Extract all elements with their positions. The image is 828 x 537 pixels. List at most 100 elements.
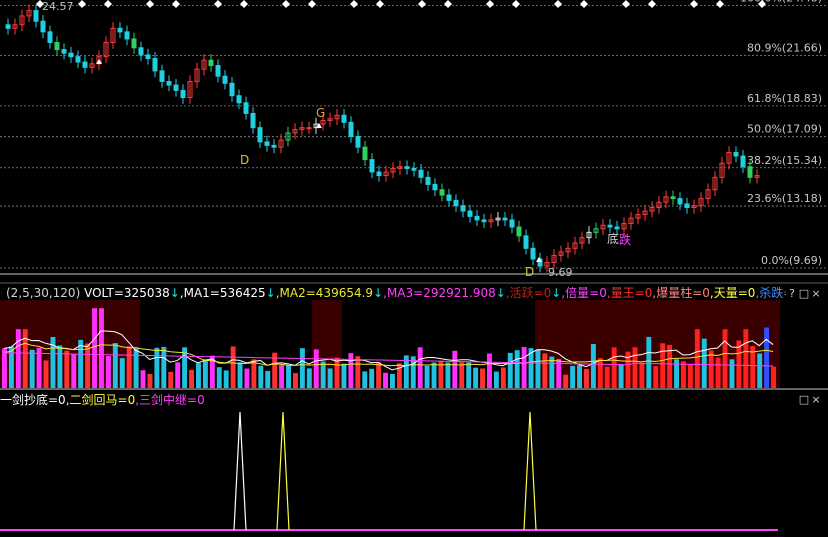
high-price-label: 24.57 [42, 0, 74, 13]
volume-header-item: ,MA1=536425 [179, 286, 266, 300]
volume-bar [71, 354, 77, 388]
low-price-label: 9.69 [548, 266, 573, 279]
volume-bar [362, 371, 368, 388]
volume-bar [487, 353, 492, 388]
volume-bar [570, 365, 576, 388]
candle-body [677, 198, 683, 205]
candle-body [243, 102, 249, 114]
volume-bar [341, 363, 347, 388]
volume-bar [681, 361, 686, 388]
volume-bar [154, 347, 160, 388]
panel-control-button[interactable]: ? [786, 287, 798, 301]
candle-body [145, 54, 151, 59]
panel-control-button[interactable]: □ [798, 393, 810, 407]
volume-header-item: (2,5,30,120) [6, 286, 81, 300]
volume-bar [334, 357, 340, 388]
volume-bar [320, 361, 326, 388]
candle-body [222, 75, 228, 84]
volume-bar [549, 356, 555, 388]
candle-body [530, 247, 536, 260]
volume-bar [119, 358, 125, 388]
volume-header-item: ,爆量柱=0 [652, 286, 710, 300]
volume-bar [514, 350, 520, 388]
volume-bar [57, 345, 63, 388]
top-marker-icon [308, 0, 316, 8]
volume-bar [140, 370, 146, 388]
candle-body [453, 199, 459, 207]
volume-bar [694, 329, 700, 388]
top-marker-icon [350, 0, 358, 8]
volume-bar [237, 362, 243, 388]
panel-control-button[interactable]: □ [798, 287, 810, 301]
volume-bar [230, 346, 236, 388]
fib-level-label: 100.0%(24.48) [740, 0, 822, 5]
volume-bar [355, 356, 361, 388]
signal-spike [233, 411, 247, 531]
signal-panel-controls[interactable]: □ × [798, 393, 822, 407]
fib-level-label: 23.6%(13.18) [747, 192, 822, 205]
volume-bar [383, 372, 388, 388]
top-marker-icon [512, 0, 520, 8]
chart-canvas: 100.0%(24.48) 80.9%(21.66) 61.8%(18.83) 50.… [0, 0, 828, 531]
volume-bar [604, 366, 610, 388]
volume-bar [64, 350, 70, 388]
candle-body [68, 52, 74, 58]
candle-body [418, 169, 424, 178]
volume-panel-controls[interactable]: ? □ × [786, 287, 822, 301]
volume-bar [500, 367, 506, 388]
volume-bar [286, 365, 291, 388]
volume-bar [390, 373, 395, 388]
candle-body [152, 57, 158, 72]
candle-body [369, 159, 375, 173]
candle-body [404, 166, 410, 169]
candle-body [614, 226, 620, 230]
volume-bar [43, 360, 49, 388]
volume-header-item: VOLT=325038 [80, 286, 170, 300]
candle-body [5, 24, 11, 29]
candle-body [439, 189, 445, 196]
candle-body [733, 152, 739, 157]
volume-bar [701, 338, 707, 388]
candle-body [481, 219, 487, 223]
chart-marker-label: D [240, 153, 249, 167]
volume-highlight-zone [0, 300, 140, 388]
candle-body [236, 95, 242, 104]
volume-bar [196, 363, 201, 388]
top-marker-icon [214, 0, 222, 8]
volume-header-item: ,杀跌=0 [755, 286, 786, 300]
fib-level-label: 80.9%(21.66) [747, 42, 822, 55]
candle-body [509, 219, 515, 228]
volume-bar [611, 347, 617, 388]
candle-body [131, 38, 137, 49]
volume-bar [161, 346, 167, 388]
panel-control-button[interactable]: × [810, 287, 822, 301]
top-marker-icon [104, 0, 112, 8]
top-marker-icon [690, 0, 698, 8]
candle-body [54, 42, 60, 51]
volume-bar [202, 359, 208, 388]
panel-control-button[interactable]: × [810, 393, 822, 407]
volume-bar [577, 364, 582, 388]
candle-body [446, 194, 452, 201]
candle-body [173, 84, 179, 91]
candle-body [306, 127, 312, 130]
volume-bar [369, 368, 375, 388]
candle-body [502, 217, 508, 221]
candle-body [271, 144, 277, 148]
volume-bar [590, 343, 596, 388]
volume-bar [480, 368, 485, 388]
top-marker-icon [486, 0, 494, 8]
top-marker-icon [716, 0, 724, 8]
volume-bar [15, 329, 21, 388]
volume-bar [147, 373, 153, 388]
candle-body [425, 176, 431, 185]
volume-bar [293, 373, 298, 388]
candle-body [362, 146, 368, 161]
volume-header-item: ↓ [265, 286, 276, 300]
chart-marker-label: 跌 [619, 232, 631, 247]
volume-header-item: ,MA2=439654.9 [275, 286, 374, 300]
top-marker-icon [648, 0, 656, 8]
volume-bar [126, 346, 132, 388]
candle-body [474, 215, 480, 221]
volume-bar [445, 362, 451, 388]
